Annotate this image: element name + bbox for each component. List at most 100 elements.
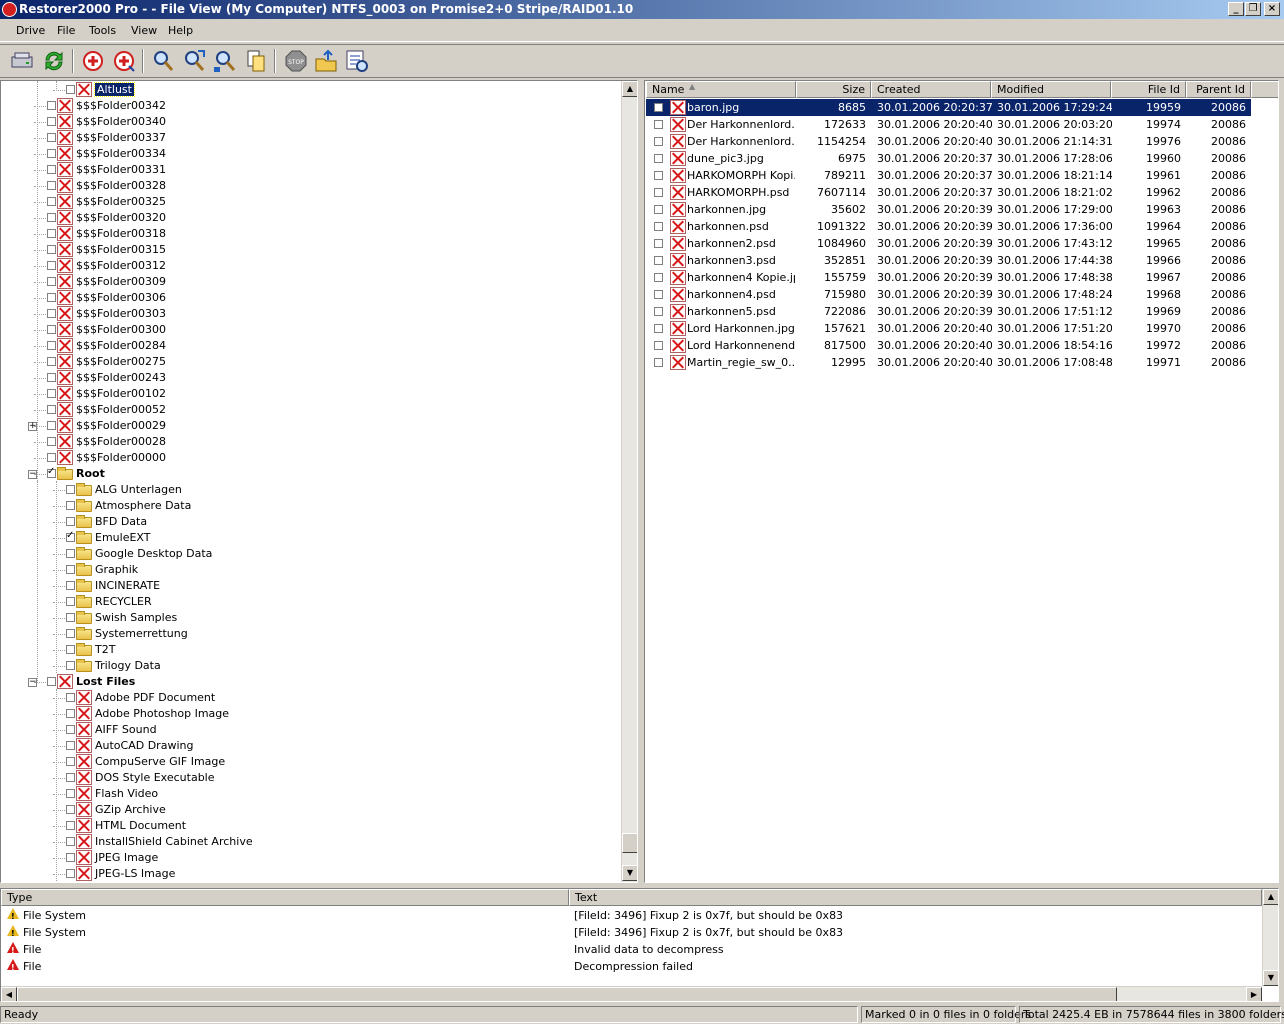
log-scroll-right-button[interactable]: ▶ [1246,987,1262,1001]
tree-checkbox[interactable] [47,357,56,366]
scroll-thumb[interactable] [622,833,637,853]
tree-checkbox[interactable] [47,229,56,238]
log-row[interactable]: File Decompression failed [5,958,1255,975]
log-row[interactable]: File Invalid data to decompress [5,941,1255,958]
tree-checkbox[interactable] [47,245,56,254]
file-row[interactable]: Der Harkonnenlord.... 1154254 30.01.2006 2… [646,133,1251,150]
tree-item-file-type[interactable]: DOS Style Executable [1,770,619,786]
tree-item-folder[interactable]: $$$Folder00309 [1,274,619,290]
tree-checkbox[interactable] [47,261,56,270]
tree-item-folder[interactable]: $$$Folder00243 [1,370,619,386]
restore-button[interactable]: ❐ [1245,2,1261,16]
file-checkbox[interactable] [654,120,663,129]
tree-checkbox[interactable] [47,453,56,462]
tree-checkbox[interactable] [47,389,56,398]
column-header-size[interactable]: Size [796,81,871,98]
tree-checkbox[interactable] [47,165,56,174]
tree-checkbox[interactable] [66,581,75,590]
file-checkbox[interactable] [654,239,663,248]
tree-item-file-type[interactable]: InstallShield Cabinet Archive [1,834,619,850]
tree-checkbox[interactable] [66,613,75,622]
tree-item-file-type[interactable]: Flash Video [1,786,619,802]
tree-item-folder[interactable]: Graphik [1,562,619,578]
file-checkbox[interactable] [654,307,663,316]
tree-item-file-type[interactable]: CompuServe GIF Image [1,754,619,770]
tree-item-folder[interactable]: $$$Folder00284 [1,338,619,354]
tree-item-folder[interactable]: $$$Folder00303 [1,306,619,322]
file-row[interactable]: harkonnen4.psd 715980 30.01.2006 20:20:39 3… [646,286,1251,303]
column-header-created[interactable]: Created [871,81,991,98]
tree-item-file-type[interactable]: AIFF Sound [1,722,619,738]
tree-checkbox[interactable] [66,645,75,654]
tree-checkbox[interactable] [66,693,75,702]
file-row[interactable]: Der Harkonnenlord.... 172633 30.01.2006 20… [646,116,1251,133]
stop-icon[interactable]: STOP [283,48,309,74]
tree-item-file-type[interactable]: GZip Archive [1,802,619,818]
tree-checkbox[interactable] [47,373,56,382]
tree-checkbox[interactable] [66,853,75,862]
tree-item-folder[interactable]: + $$$Folder00029 [1,418,619,434]
tree-checkbox[interactable] [66,741,75,750]
tree-checkbox[interactable] [47,213,56,222]
menu-drive[interactable]: Drive [16,24,45,37]
tree-item-file-type[interactable]: JPEG Image [1,850,619,866]
tree-item-file-type[interactable]: Adobe Photoshop Image [1,706,619,722]
close-button[interactable]: × [1264,2,1280,16]
minimize-button[interactable]: _ [1228,2,1244,16]
find-icon[interactable] [150,48,176,74]
log-row[interactable]: File System [FileId: 3496] Fixup 2 is 0x7… [5,907,1255,924]
tree-checkbox[interactable] [66,629,75,638]
file-row[interactable]: dune_pic3.jpg 6975 30.01.2006 20:20:37 30.0… [646,150,1251,167]
tree-checkbox[interactable] [66,501,75,510]
tree-item-file-type[interactable]: HTML Document [1,818,619,834]
tree-checkbox[interactable] [66,757,75,766]
file-checkbox[interactable] [654,341,663,350]
tree-checkbox[interactable] [66,597,75,606]
tree-checkbox[interactable] [66,837,75,846]
tree-checkbox[interactable] [47,277,56,286]
tree-checkbox[interactable] [47,293,56,302]
file-row[interactable]: harkonnen.jpg 35602 30.01.2006 20:20:39 30.… [646,201,1251,218]
scroll-down-button[interactable]: ▼ [622,865,637,881]
tree-item-folder[interactable]: T2T [1,642,619,658]
file-row[interactable]: harkonnen.psd 1091322 30.01.2006 20:20:39 3… [646,218,1251,235]
tree-checkbox[interactable] [47,677,56,686]
log-scroll-left-button[interactable]: ◀ [1,987,17,1001]
column-header-parent-id[interactable]: Parent Id [1186,81,1251,98]
find-next-icon[interactable] [181,48,207,74]
scroll-up-button[interactable]: ▲ [622,81,637,97]
file-checkbox[interactable] [654,188,663,197]
tree-item-folder[interactable]: $$$Folder00275 [1,354,619,370]
log-list[interactable]: Type Text File System [FileId: 3496] Fixu… [0,888,1279,1002]
tree-checkbox[interactable] [66,789,75,798]
properties-icon[interactable] [344,48,370,74]
file-checkbox[interactable] [654,256,663,265]
file-checkbox[interactable] [654,273,663,282]
tree-item-folder[interactable]: Systemerrettung [1,626,619,642]
tree-checkbox[interactable] [47,421,56,430]
tree-item-file-type[interactable]: JPEG-LS Image [1,866,619,882]
tree-checkbox[interactable] [47,149,56,158]
file-row[interactable]: HARKOMORPH Kopi... 789211 30.01.2006 20:20… [646,167,1251,184]
app-icon[interactable] [2,2,17,17]
tree-checkbox[interactable] [66,517,75,526]
tree-item-folder[interactable]: $$$Folder00300 [1,322,619,338]
log-column-type[interactable]: Type [1,889,569,906]
tree-checkbox[interactable] [66,485,75,494]
tree-item-file-type[interactable]: Adobe PDF Document [1,690,619,706]
tree-checkbox[interactable] [47,437,56,446]
column-header-modified[interactable]: Modified [991,81,1111,98]
tree-vertical-scrollbar[interactable]: ▲ ▼ [621,81,637,882]
file-checkbox[interactable] [654,171,663,180]
drive-icon[interactable] [9,48,35,74]
tree-item-folder[interactable]: $$$Folder00028 [1,434,619,450]
export-icon[interactable] [313,48,339,74]
file-checkbox[interactable] [654,137,663,146]
tree-checkbox[interactable] [47,309,56,318]
tree-item-folder[interactable]: RECYCLER [1,594,619,610]
menu-file[interactable]: File [57,24,75,37]
log-vertical-scrollbar[interactable]: ▲ ▼ [1262,889,1278,986]
file-row[interactable]: Martin_regie_sw_0... 12995 30.01.2006 20:2… [646,354,1251,371]
tree-item-folder[interactable]: $$$Folder00000 [1,450,619,466]
tree-item-root[interactable]: −Root [1,466,619,482]
